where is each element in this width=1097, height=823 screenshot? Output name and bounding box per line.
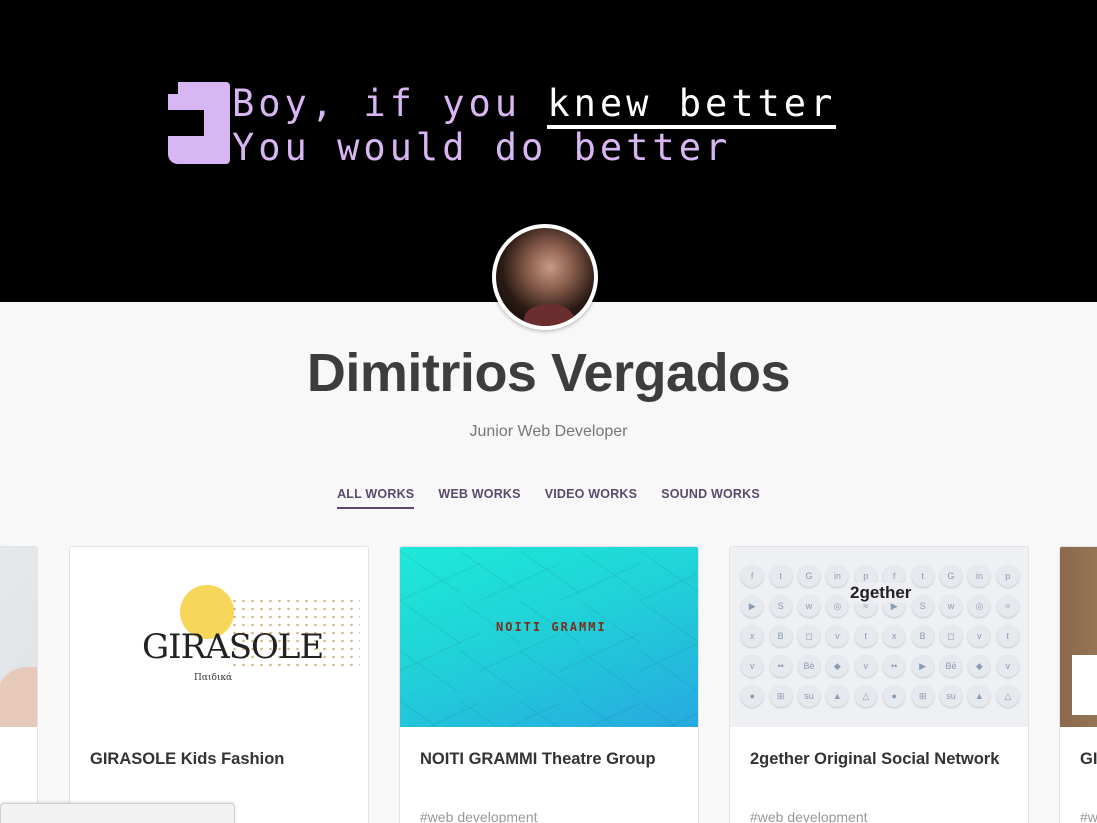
drive-icon: △ bbox=[996, 685, 1019, 707]
instagram-icon: ◻ bbox=[939, 625, 962, 647]
flickr-icon: •• bbox=[769, 655, 792, 677]
dropbox-icon: ◆ bbox=[826, 655, 849, 677]
girasole-logo-subtext: Παιδικά bbox=[194, 673, 233, 683]
hero-line-1-prefix: Boy, if you bbox=[232, 82, 548, 125]
tab-video-works[interactable]: VIDEO WORKS bbox=[545, 487, 637, 509]
tumblr-icon: t bbox=[854, 625, 877, 647]
xing-icon: x bbox=[883, 625, 906, 647]
vimeo-icon: v bbox=[741, 655, 764, 677]
portfolio-page: Boy, if you knew better You would do bet… bbox=[0, 0, 1097, 823]
profile-name: Dimitrios Vergados bbox=[306, 343, 791, 403]
work-card-tag[interactable]: #web development bbox=[750, 809, 868, 823]
blogger-icon: B bbox=[769, 625, 792, 647]
vimeo-icon: v bbox=[996, 655, 1019, 677]
tab-sound-works[interactable]: SOUND WORKS bbox=[661, 487, 760, 509]
work-card-image: f t Gin p f t Gin p ▶ Sw ◎ ≈ ▶ Sw ◎ ≈ x B ◻ v t x B ◻ v t v •• Bē… bbox=[730, 547, 1028, 727]
work-card-title: 2gether Original Social Network bbox=[750, 750, 1000, 768]
pinterest-icon: p bbox=[996, 565, 1019, 587]
flickr-icon: •• bbox=[883, 655, 906, 677]
stumbleupon-icon: su bbox=[939, 685, 962, 707]
work-card-2gether[interactable]: f t Gin p f t Gin p ▶ Sw ◎ ≈ ▶ Sw ◎ ≈ x B ◻ v t x B ◻ v t v •• Bē… bbox=[729, 546, 1029, 823]
work-card-girasole[interactable]: GIRASOLE Παιδικά GIRASOLE Kids Fashion bbox=[69, 546, 369, 823]
android-icon: ▲ bbox=[968, 685, 991, 707]
google-plus-icon: G bbox=[939, 565, 962, 587]
tab-all-works[interactable]: ALL WORKS bbox=[337, 487, 415, 509]
work-card-image: GIRASOLE Παιδικά bbox=[70, 547, 368, 727]
apple-icon: ● bbox=[741, 685, 764, 707]
profile-role: Junior Web Developer bbox=[469, 423, 628, 440]
dribbble-icon: ◎ bbox=[968, 595, 991, 617]
skype-icon: S bbox=[911, 595, 934, 617]
tab-web-works[interactable]: WEB WORKS bbox=[438, 487, 520, 509]
facebook-icon: f bbox=[741, 565, 764, 587]
behance-icon: Bē bbox=[939, 655, 962, 677]
whatsapp-icon: w bbox=[797, 595, 820, 617]
xing-icon: x bbox=[741, 625, 764, 647]
twitter-icon: t bbox=[911, 565, 934, 587]
apple-icon: ● bbox=[883, 685, 906, 707]
work-card[interactable] bbox=[0, 546, 38, 823]
work-card-image: NOITI GRAMMI bbox=[400, 547, 698, 727]
work-card-partial[interactable]: GI #w bbox=[1059, 546, 1097, 823]
work-card-tag[interactable]: #web development bbox=[420, 809, 538, 823]
youtube-icon: ▶ bbox=[911, 655, 934, 677]
youtube-icon: ▶ bbox=[741, 595, 764, 617]
vine-icon: v bbox=[826, 625, 849, 647]
tumblr-icon: t bbox=[996, 625, 1019, 647]
hero-line-1: Boy, if you knew better bbox=[232, 82, 837, 129]
noiti-logo-text: NOITI GRAMMI bbox=[496, 620, 607, 634]
google-plus-icon: G bbox=[797, 565, 820, 587]
android-icon: ▲ bbox=[826, 685, 849, 707]
linkedin-icon: in bbox=[968, 565, 991, 587]
vimeo-icon: v bbox=[854, 655, 877, 677]
girasole-logo-text: GIRASOLE bbox=[142, 627, 324, 667]
hero-line-1-highlight: knew better bbox=[547, 82, 837, 129]
work-card-title: NOITI GRAMMI Theatre Group bbox=[420, 750, 656, 768]
stumbleupon-icon: su bbox=[797, 685, 820, 707]
windows-icon: ⊞ bbox=[911, 685, 934, 707]
drive-icon: △ bbox=[854, 685, 877, 707]
rss-icon: ≈ bbox=[996, 595, 1019, 617]
work-card-title: GIRASOLE Kids Fashion bbox=[90, 750, 285, 768]
dropbox-icon: ◆ bbox=[968, 655, 991, 677]
bottom-popup-bar[interactable] bbox=[0, 803, 235, 823]
whatsapp-icon: w bbox=[939, 595, 962, 617]
work-card-image bbox=[0, 547, 37, 727]
work-card-noiti-grammi[interactable]: NOITI GRAMMI NOITI GRAMMI Theatre Group … bbox=[399, 546, 699, 823]
works-filter-tabs: ALL WORKS WEB WORKS VIDEO WORKS SOUND WO… bbox=[0, 487, 1097, 509]
work-card-tag[interactable]: #w bbox=[1080, 809, 1097, 823]
skype-icon: S bbox=[769, 595, 792, 617]
instagram-icon: ◻ bbox=[797, 625, 820, 647]
linkedin-icon: in bbox=[826, 565, 849, 587]
work-card-title: GI bbox=[1080, 750, 1097, 768]
blogger-icon: B bbox=[911, 625, 934, 647]
work-card-image bbox=[1060, 547, 1097, 727]
hero-logo-icon bbox=[168, 82, 230, 164]
dribbble-icon: ◎ bbox=[826, 595, 849, 617]
twitter-icon: t bbox=[769, 565, 792, 587]
hero-line-2: You would do better bbox=[232, 126, 732, 169]
2gether-logo-text: 2gether bbox=[848, 583, 914, 603]
windows-icon: ⊞ bbox=[769, 685, 792, 707]
behance-icon: Bē bbox=[797, 655, 820, 677]
vine-icon: v bbox=[968, 625, 991, 647]
avatar bbox=[492, 224, 598, 330]
